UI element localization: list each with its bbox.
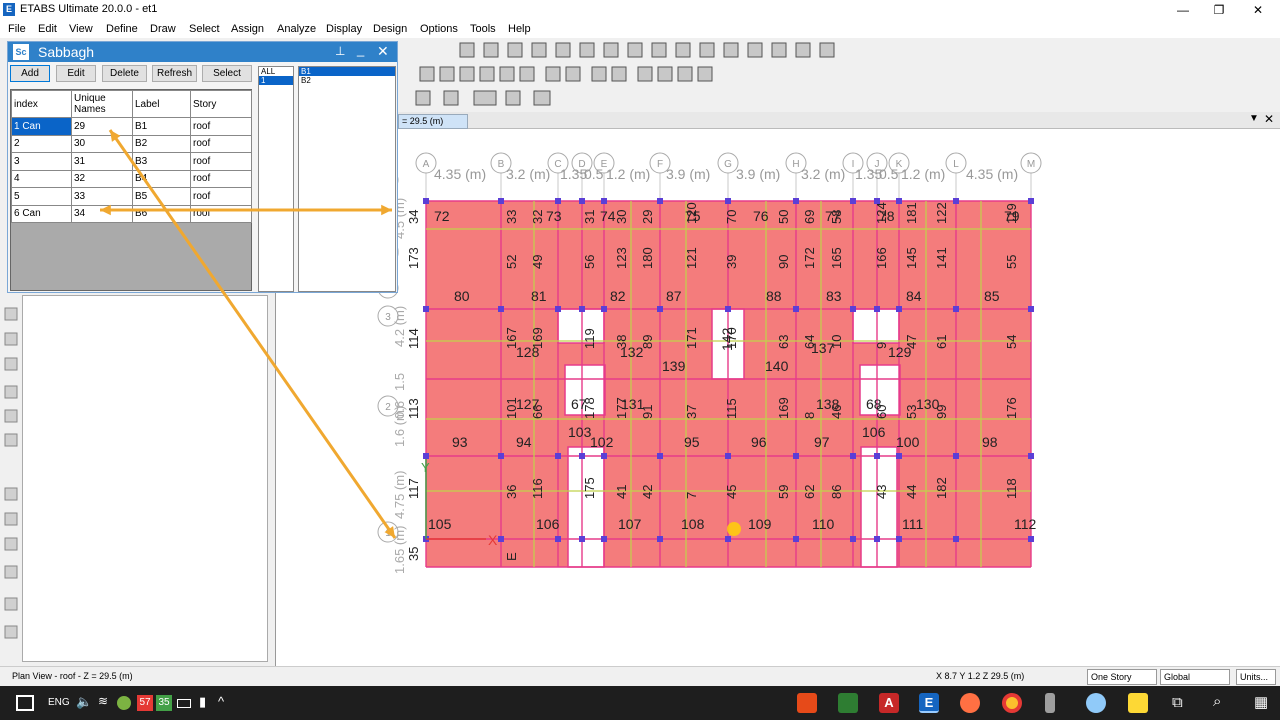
status-bar: Plan View - roof - Z = 29.5 (m) X 8.7 Y … (0, 666, 1280, 686)
status-coordinates: X 8.7 Y 1.2 Z 29.5 (m) (936, 671, 1025, 681)
story-mode-dropdown[interactable]: One Story (1087, 669, 1157, 685)
task-view-icon[interactable]: ⧉ (1172, 694, 1183, 711)
annotation-arrow-line (108, 129, 397, 539)
firefox-icon[interactable] (960, 693, 980, 713)
volume-icon[interactable]: 🔈 (76, 694, 92, 710)
app-icon-green[interactable] (838, 693, 858, 713)
annotation-arrow-head (100, 204, 111, 216)
network-app-icon[interactable] (1086, 693, 1106, 713)
taskbar: ENG 🔈 ≋ 57 35 ▮ ^ A E ⧉ ⌕ ▦ (0, 686, 1280, 720)
badge-green[interactable]: 35 (156, 695, 172, 711)
usb-icon[interactable] (1045, 693, 1055, 713)
etabs-taskbar-icon[interactable]: E (919, 693, 939, 713)
chrome-icon[interactable] (1002, 693, 1022, 713)
status-view-text: Plan View - roof - Z = 29.5 (m) (12, 671, 133, 681)
battery-icon[interactable] (177, 699, 191, 708)
search-icon[interactable]: ⌕ (1213, 693, 1221, 710)
app-icon-red[interactable] (797, 693, 817, 713)
microphone-icon[interactable]: ▮ (199, 694, 206, 710)
file-explorer-icon[interactable] (1128, 693, 1148, 713)
units-button[interactable]: Units... (1236, 669, 1276, 685)
windows-start-icon[interactable]: ▦ (1254, 693, 1268, 711)
coord-system-dropdown[interactable]: Global (1160, 669, 1230, 685)
autocad-icon[interactable]: A (879, 693, 899, 713)
badge-red[interactable]: 57 (137, 695, 153, 711)
notification-icon[interactable] (16, 695, 34, 711)
language-indicator[interactable]: ENG (48, 697, 70, 708)
tray-app-icon[interactable] (117, 696, 131, 710)
chevron-up-icon[interactable]: ^ (218, 694, 224, 709)
wifi-icon[interactable]: ≋ (98, 694, 108, 708)
annotation-arrow-head (381, 204, 392, 216)
annotation-arrows (100, 129, 397, 539)
